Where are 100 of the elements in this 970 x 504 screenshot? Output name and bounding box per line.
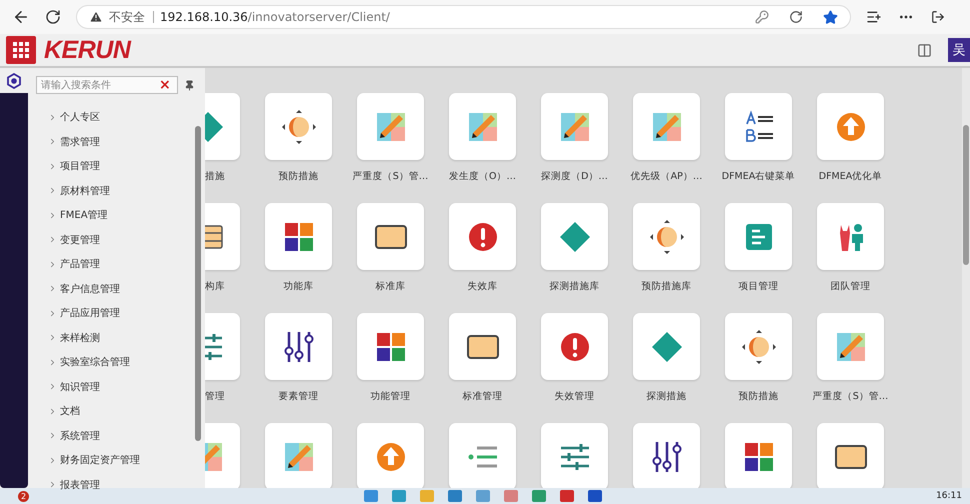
menu-item[interactable]: 变更管理 — [60, 232, 100, 247]
tile-label: 失效管理 — [554, 390, 594, 403]
chevron-icon — [48, 260, 57, 269]
app-tile[interactable] — [205, 423, 240, 488]
app-tile[interactable] — [725, 423, 792, 488]
search-field[interactable]: 请输入搜索条件 × — [36, 76, 178, 94]
app-tile[interactable] — [817, 93, 884, 160]
menu-item[interactable]: 来样检测 — [60, 330, 100, 345]
chevron-icon — [48, 210, 57, 220]
app-tile[interactable] — [541, 313, 608, 380]
scrollbar[interactable] — [962, 68, 970, 488]
menu-item[interactable]: 报表管理 — [60, 478, 100, 492]
tile-label: 探测措施 — [646, 390, 686, 403]
pin-icon[interactable] — [184, 80, 195, 90]
app-tile[interactable] — [357, 203, 424, 270]
chevron-icon — [48, 137, 57, 146]
hexagon-icon[interactable] — [6, 72, 22, 88]
tile-label: 优先级（AP）… — [630, 170, 702, 183]
taskbar-app-icon[interactable] — [448, 490, 462, 502]
app-tile[interactable] — [449, 93, 516, 160]
tile-label: 探测措施库 — [550, 280, 600, 293]
exit-icon[interactable] — [931, 10, 945, 24]
app-tile[interactable] — [633, 423, 700, 488]
address-bar[interactable]: 不安全 192.168.10.36/innovatorserver/Client/ — [76, 5, 851, 29]
favorites-icon[interactable] — [866, 9, 882, 25]
tile-label: 团队管理 — [830, 280, 870, 293]
app-tile[interactable] — [449, 313, 516, 380]
app-tile[interactable] — [725, 203, 792, 270]
menu-item[interactable]: 客户信息管理 — [60, 282, 120, 296]
app-tile[interactable] — [817, 423, 884, 488]
app-tile[interactable] — [357, 93, 424, 160]
chevron-icon — [48, 358, 57, 367]
tile-label: 探测度（D）… — [541, 170, 608, 183]
app-tile[interactable] — [541, 423, 608, 488]
app-tile[interactable] — [817, 203, 884, 270]
app-tile[interactable] — [205, 93, 240, 160]
back-icon[interactable] — [12, 8, 30, 26]
menu-item[interactable]: 项目管理 — [60, 159, 100, 174]
reload-icon[interactable] — [45, 9, 61, 25]
app-tile[interactable] — [265, 313, 332, 380]
star-icon[interactable] — [823, 10, 838, 24]
key-icon[interactable] — [755, 10, 769, 24]
app-tile[interactable] — [449, 203, 516, 270]
apps-grid-icon[interactable] — [6, 36, 36, 64]
app-tile[interactable] — [449, 423, 516, 488]
tile-label: 功能库 — [284, 280, 314, 293]
app-tile[interactable] — [205, 313, 240, 380]
app-tile[interactable] — [817, 313, 884, 380]
taskbar-app-icon[interactable] — [364, 490, 378, 502]
taskbar-app-icon[interactable] — [560, 490, 574, 502]
menu-item[interactable]: FMEA管理 — [60, 208, 108, 222]
chevron-icon — [48, 308, 57, 318]
menu-item[interactable]: 产品应用管理 — [60, 306, 120, 320]
menu-item[interactable]: 个人专区 — [60, 110, 100, 124]
menu-item[interactable]: 文档 — [60, 404, 80, 418]
tile-label: 措施 — [205, 170, 225, 183]
menu-item[interactable]: 知识管理 — [60, 380, 100, 394]
taskbar-app-icon[interactable] — [392, 490, 406, 502]
menu-item[interactable]: 实验室综合管理 — [60, 355, 130, 370]
menu-item[interactable]: 系统管理 — [60, 428, 100, 443]
menu-item[interactable]: 财务固定资产管理 — [60, 453, 140, 468]
tile-label: 标准管理 — [462, 390, 502, 403]
menu-item[interactable]: 需求管理 — [60, 134, 100, 149]
refresh-icon[interactable] — [789, 10, 803, 24]
split-view-icon[interactable] — [917, 42, 932, 58]
app-tile[interactable] — [633, 93, 700, 160]
app-tile[interactable] — [265, 203, 332, 270]
app-tile[interactable] — [725, 313, 792, 380]
tile-label: 标准库 — [376, 280, 406, 293]
tile-label: 要素管理 — [278, 390, 318, 403]
app-tile[interactable] — [541, 203, 608, 270]
app-tile[interactable] — [541, 93, 608, 160]
app-tile[interactable] — [205, 203, 240, 270]
app-tile[interactable] — [265, 93, 332, 160]
chevron-icon — [48, 406, 57, 416]
taskbar-app-icon[interactable] — [532, 490, 546, 502]
menu-item[interactable]: 原材料管理 — [60, 184, 110, 198]
tile-label: DFMEA右键菜单 — [722, 170, 796, 183]
app-tile[interactable] — [633, 313, 700, 380]
app-tile[interactable] — [357, 423, 424, 488]
chevron-icon — [48, 333, 57, 342]
app-tile[interactable] — [633, 203, 700, 270]
app-tile[interactable] — [357, 313, 424, 380]
chevron-icon — [48, 456, 57, 465]
chevron-icon — [48, 235, 57, 244]
warning-icon — [89, 10, 103, 24]
clock: 16:11 — [936, 491, 962, 501]
taskbar-app-icon[interactable] — [588, 490, 602, 502]
clear-button[interactable]: × — [159, 78, 171, 92]
chevron-icon — [48, 284, 57, 294]
app-tile[interactable] — [725, 93, 792, 160]
menu-item[interactable]: 产品管理 — [60, 257, 100, 272]
tile-label: DFMEA优化单 — [818, 170, 882, 183]
app-tile[interactable] — [265, 423, 332, 488]
chevron-icon — [48, 382, 57, 392]
tile-label: 预防措施 — [278, 170, 318, 183]
logo: KERUN — [44, 36, 130, 64]
user-avatar[interactable]: 吴 — [948, 38, 970, 62]
url-text: 192.168.10.36/innovatorserver/Client/ — [160, 10, 390, 24]
chevron-icon — [48, 112, 57, 122]
